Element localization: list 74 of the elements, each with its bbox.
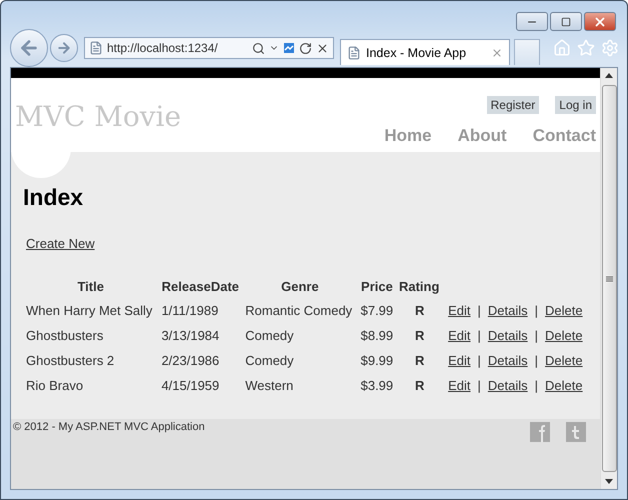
search-icon[interactable]: [252, 42, 265, 54]
table-cell-text: Comedy: [244, 327, 295, 345]
scroll-down-icon[interactable]: [605, 479, 613, 484]
t-logo-icon[interactable]: [566, 422, 586, 442]
action-link[interactable]: Details: [488, 378, 528, 393]
table-cell-text: 3/13/1984: [160, 327, 220, 345]
separator: |: [478, 378, 481, 393]
action-link[interactable]: Details: [488, 303, 528, 318]
page-icon: [347, 46, 361, 60]
scrollbar[interactable]: [600, 68, 617, 489]
create-new-link[interactable]: Create New: [26, 236, 95, 251]
column-header: Rating: [398, 278, 440, 296]
table-cell-text: $8.99: [360, 327, 394, 345]
separator: |: [534, 303, 538, 318]
table-cell-text: Western: [244, 377, 294, 395]
page-icon: [89, 41, 103, 55]
table-cell-text: Ghostbusters: [25, 327, 104, 345]
table-cell-text: $7.99: [360, 302, 394, 320]
star-icon[interactable]: [577, 39, 595, 57]
f-logo-icon[interactable]: [530, 422, 550, 442]
table-cell-text: 2/23/1986: [160, 352, 220, 370]
action-link[interactable]: Edit: [448, 328, 471, 343]
maximize-icon: [561, 16, 571, 26]
table-cell-text: Comedy: [244, 352, 295, 370]
action-link[interactable]: Edit: [448, 353, 471, 368]
scroll-thumb[interactable]: [602, 85, 616, 472]
auth-link[interactable]: Register: [486, 96, 540, 114]
separator: |: [534, 328, 538, 343]
maximize-button[interactable]: [550, 12, 582, 31]
column-header: Genre: [280, 278, 320, 296]
auth-link[interactable]: Log in: [555, 96, 596, 114]
separator: |: [478, 353, 481, 368]
column-header: Price: [360, 278, 394, 296]
separator: |: [534, 353, 538, 368]
separator: |: [534, 378, 538, 393]
action-link[interactable]: Details: [488, 328, 528, 343]
new-tab-button[interactable]: [514, 39, 540, 65]
address-field[interactable]: http://localhost:1234/: [84, 37, 334, 59]
back-button[interactable]: [10, 29, 48, 67]
table-cell-text: 1/11/1989: [160, 302, 220, 320]
forward-button[interactable]: [50, 34, 78, 62]
table-cell-text: $9.99: [360, 352, 394, 370]
action-link[interactable]: Delete: [545, 303, 583, 318]
separator: |: [478, 328, 481, 343]
table-cell-text: R: [414, 352, 426, 370]
page-heading: Index: [23, 184, 84, 211]
scroll-up-icon[interactable]: [605, 73, 613, 78]
column-header: Title: [76, 278, 105, 296]
table-cell-text: 4/15/1959: [160, 377, 220, 395]
forward-arrow-icon: [56, 40, 72, 56]
table-cell-text: Rio Bravo: [25, 377, 84, 395]
table-cell-text: $3.99: [360, 377, 394, 395]
table-cell-text: R: [414, 302, 426, 320]
action-link[interactable]: Delete: [545, 378, 583, 393]
table-cell-text: R: [414, 377, 426, 395]
table-cell-text: Romantic Comedy: [244, 302, 354, 320]
column-header: ReleaseDate: [160, 278, 240, 296]
browser-tab[interactable]: Index - Movie App: [340, 39, 510, 65]
action-link[interactable]: Delete: [545, 353, 583, 368]
action-link[interactable]: Edit: [448, 303, 471, 318]
close-icon: [593, 14, 607, 28]
table-cell-text: R: [414, 327, 426, 345]
action-link[interactable]: Details: [488, 353, 528, 368]
close-tab-icon[interactable]: [491, 46, 503, 58]
separator: |: [478, 303, 481, 318]
stop-icon[interactable]: [316, 42, 329, 54]
table-cell-text: When Harry Met Sally: [25, 302, 154, 320]
close-button[interactable]: [584, 12, 616, 31]
action-link[interactable]: Edit: [448, 378, 471, 393]
action-link[interactable]: Delete: [545, 328, 583, 343]
table-cell-text: Ghostbusters 2: [25, 352, 116, 370]
footer-text: © 2012 - My ASP.NET MVC Application: [13, 421, 205, 435]
compatibility-icon[interactable]: [283, 42, 295, 54]
refresh-icon[interactable]: [299, 42, 312, 54]
